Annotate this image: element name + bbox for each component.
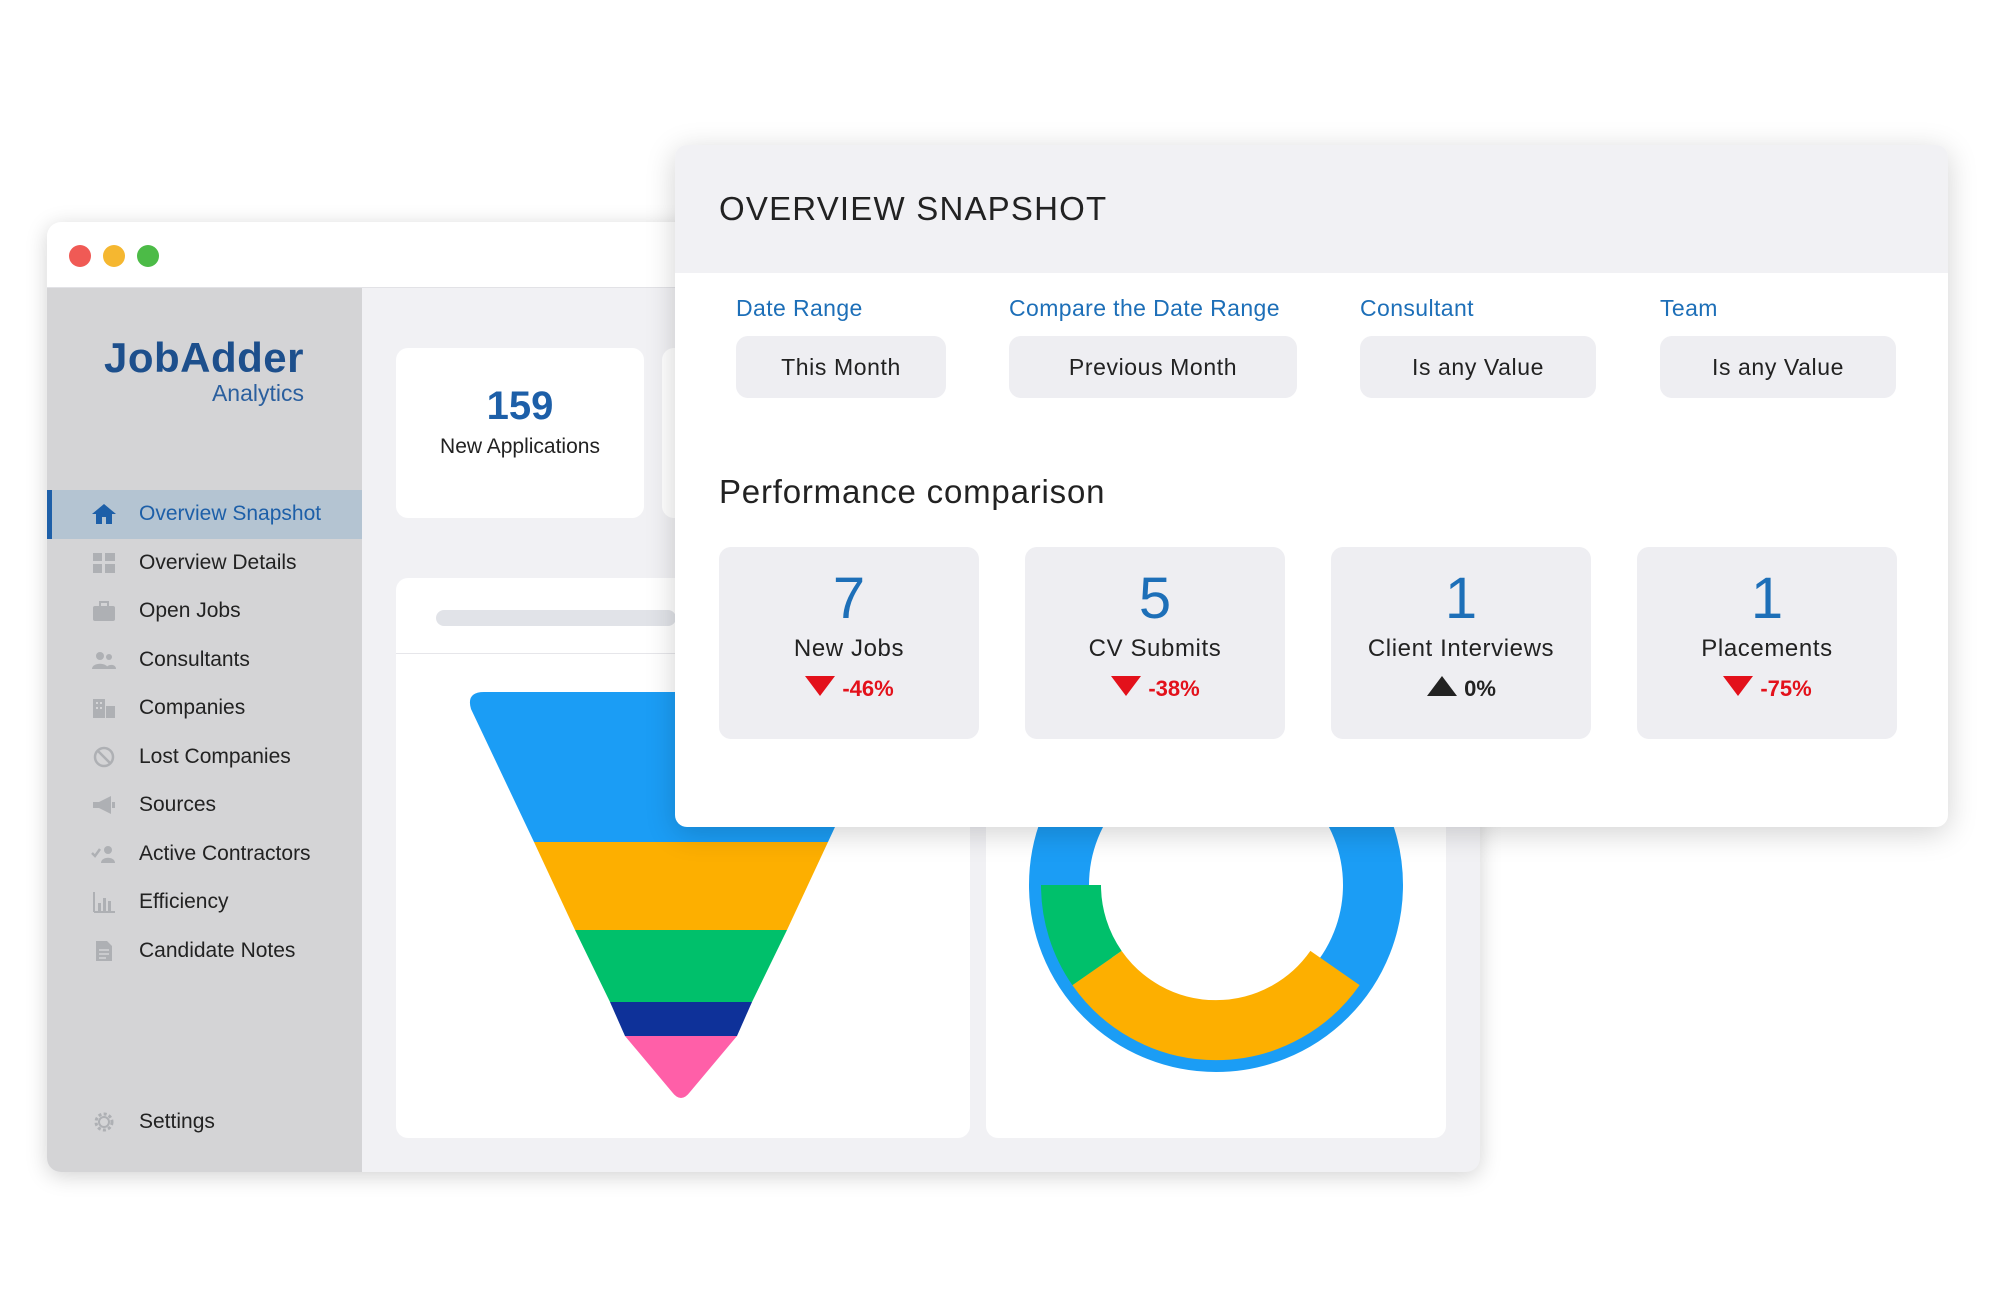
sidebar-item-overview-details[interactable]: Overview Details xyxy=(47,539,362,588)
sidebar-item-candidate-notes[interactable]: Candidate Notes xyxy=(47,927,362,976)
maximize-window-button[interactable] xyxy=(137,245,159,267)
stat-label: New Applications xyxy=(440,435,600,458)
sidebar-item-sources[interactable]: Sources xyxy=(47,781,362,830)
filter-label: Compare the Date Range xyxy=(1009,295,1280,321)
sidebar-item-active-contractors[interactable]: Active Contractors xyxy=(47,830,362,879)
date-range-select[interactable]: This Month xyxy=(736,336,946,398)
panel-title: OVERVIEW SNAPSHOT xyxy=(719,190,1108,227)
consultant-select[interactable]: Is any Value xyxy=(1360,336,1596,398)
logo-sub: Analytics xyxy=(211,380,304,406)
sidebar-item-label: Consultants xyxy=(139,647,250,671)
kpi-label: New Jobs xyxy=(793,635,905,662)
kpi-change: -46% xyxy=(719,675,979,703)
kpi-value: 5 xyxy=(1138,566,1172,631)
sidebar-item-label: Companies xyxy=(139,696,246,720)
home-icon xyxy=(91,503,117,525)
kpi-value: 1 xyxy=(1444,566,1478,631)
kpi-change-value: -75% xyxy=(1760,676,1812,701)
sidebar-item-efficiency[interactable]: Efficiency xyxy=(47,878,362,927)
settings-section: Settings xyxy=(47,1098,362,1147)
filter-label: Team xyxy=(1660,295,1718,321)
kpi-change-value: -38% xyxy=(1148,676,1200,701)
filter-compare-date-range: Compare the Date Range Previous Month xyxy=(1009,295,1297,398)
arrow-down-icon xyxy=(1110,675,1142,703)
kpi-card-placements: 1 Placements -75% xyxy=(1637,547,1897,739)
performance-comparison-title: Performance comparison xyxy=(719,473,1106,510)
app-logo: JobAdder Analytics xyxy=(104,334,304,407)
sidebar-item-label: Overview Snapshot xyxy=(139,502,322,526)
sidebar-item-label: Overview Details xyxy=(139,550,297,574)
donut-arc-amber xyxy=(1072,950,1360,1061)
kpi-value: 1 xyxy=(1750,566,1784,631)
sidebar-item-label: Settings xyxy=(139,1110,215,1134)
filter-consultant: Consultant Is any Value xyxy=(1360,295,1596,398)
team-select[interactable]: Is any Value xyxy=(1660,336,1896,398)
stat-value: 159 xyxy=(486,384,554,428)
compare-date-range-select[interactable]: Previous Month xyxy=(1009,336,1297,398)
building-icon xyxy=(91,697,117,719)
kpi-change-value: 0% xyxy=(1464,676,1496,701)
sidebar-item-label: Lost Companies xyxy=(139,744,291,768)
ban-icon xyxy=(91,746,117,768)
bar-chart-icon xyxy=(91,891,117,914)
sidebar-item-label: Open Jobs xyxy=(139,599,241,623)
sidebar-item-consultants[interactable]: Consultants xyxy=(47,636,362,685)
grid-icon xyxy=(91,552,117,574)
sidebar-item-label: Sources xyxy=(139,793,217,817)
user-check-icon xyxy=(91,843,117,865)
megaphone-icon xyxy=(91,794,117,816)
kpi-change: -75% xyxy=(1637,675,1897,703)
minimize-window-button[interactable] xyxy=(103,245,125,267)
kpi-change-value: -46% xyxy=(842,676,894,701)
kpi-change: -38% xyxy=(1025,675,1285,703)
overview-snapshot-panel: OVERVIEW SNAPSHOT Date Range This Month … xyxy=(675,145,1948,827)
sidebar-item-overview-snapshot[interactable]: Overview Snapshot xyxy=(47,490,362,539)
sidebar-item-lost-companies[interactable]: Lost Companies xyxy=(47,733,362,782)
arrow-down-icon xyxy=(804,675,836,703)
stat-card-new-applications: 159 New Applications xyxy=(396,348,644,518)
filter-date-range: Date Range This Month xyxy=(736,295,946,398)
sidebar-item-label: Efficiency xyxy=(139,890,229,914)
briefcase-icon xyxy=(91,600,117,622)
logo-main: JobAdder xyxy=(104,334,305,381)
funnel-segment-3 xyxy=(575,930,787,1002)
close-window-button[interactable] xyxy=(69,245,91,267)
sidebar-item-label: Candidate Notes xyxy=(139,938,296,962)
users-icon xyxy=(91,649,117,671)
kpi-label: CV Submits xyxy=(1088,635,1222,662)
kpi-label: Placements xyxy=(1701,635,1833,662)
filter-team: Team Is any Value xyxy=(1660,295,1896,398)
funnel-segment-2 xyxy=(534,842,828,930)
document-icon xyxy=(91,940,117,962)
arrow-up-icon xyxy=(1426,675,1458,703)
filter-label: Consultant xyxy=(1360,295,1474,321)
funnel-segment-4 xyxy=(610,1002,752,1036)
sidebar-nav: Overview Snapshot Overview Details Open … xyxy=(47,490,362,975)
funnel-segment-5 xyxy=(625,1036,737,1098)
sidebar-item-open-jobs[interactable]: Open Jobs xyxy=(47,587,362,636)
donut-arc-green xyxy=(1040,884,1123,986)
sidebar-item-settings[interactable]: Settings xyxy=(47,1098,362,1147)
gear-icon xyxy=(91,1111,117,1133)
arrow-down-icon xyxy=(1722,675,1754,703)
kpi-card-client-interviews: 1 Client Interviews 0% xyxy=(1331,547,1591,739)
sidebar-item-label: Active Contractors xyxy=(139,841,311,865)
sidebar-item-companies[interactable]: Companies xyxy=(47,684,362,733)
kpi-card-new-jobs: 7 New Jobs -46% xyxy=(719,547,979,739)
kpi-card-cv-submits: 5 CV Submits -38% xyxy=(1025,547,1285,739)
kpi-change: 0% xyxy=(1331,675,1591,703)
filter-label: Date Range xyxy=(736,295,863,321)
kpi-value: 7 xyxy=(832,566,866,631)
kpi-label: Client Interviews xyxy=(1367,635,1555,662)
panel-header: OVERVIEW SNAPSHOT xyxy=(675,145,1948,273)
sidebar: JobAdder Analytics Overview Snapshot Ove… xyxy=(47,288,362,1172)
